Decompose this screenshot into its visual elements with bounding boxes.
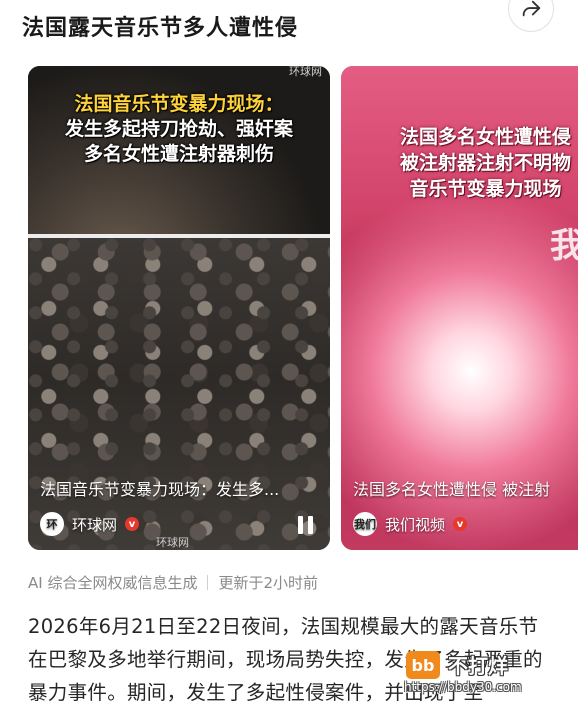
verified-badge-icon: v xyxy=(453,517,468,531)
video-1-overlay-line-3: 多名女性遭注射器刺伤 xyxy=(83,143,274,165)
meta-divider xyxy=(207,575,209,590)
video-2-overlay-text: 法国多名女性遭性侵 被注射器注射不明物 音乐节变暴力现场 xyxy=(341,124,578,202)
site-watermark: bb 不打烊 https://bbdy30.com xyxy=(404,648,564,696)
video-1-source-name: 环球网 xyxy=(72,515,118,534)
video-1-overlay-line-1: 法国音乐节变暴力现场： xyxy=(74,93,284,115)
video-1-overlay-text: 法国音乐节变暴力现场： 发生多起持刀抢劫、强奸案 多名女性遭注射器刺伤 xyxy=(28,92,330,167)
video-2-source-name: 我们视频 xyxy=(385,515,446,534)
video-2-caption[interactable]: 法国多名女性遭性侵 被注射 xyxy=(353,476,566,500)
site-watermark-url: https://bbdy30.com xyxy=(404,680,522,694)
share-arrow-icon xyxy=(522,0,541,17)
video-2-large-char: 我 xyxy=(550,226,578,266)
page-title: 法国露天音乐节多人遭性侵 xyxy=(22,16,299,41)
video-1-source[interactable]: 环 环球网 v xyxy=(40,512,140,536)
video-2-overlay-line-3: 音乐节变暴力现场 xyxy=(409,178,562,200)
video-1-crowd-frame xyxy=(28,238,330,550)
video-1-overlay-line-2: 发生多起持刀抢劫、强奸案 xyxy=(64,118,293,140)
video-card-2[interactable]: 法国多名女性遭性侵 被注射器注射不明物 音乐节变暴力现场 我 法国多名女性遭性侵… xyxy=(341,66,578,550)
verified-badge-icon: v xyxy=(125,517,140,531)
site-watermark-name: 不打烊 xyxy=(448,654,508,678)
video-card-1[interactable]: 环球网 法国音乐节变暴力现场： 发生多起持刀抢劫、强奸案 多名女性遭注射器刺伤 … xyxy=(28,66,330,550)
video-1-caption[interactable]: 法国音乐节变暴力现场：发生多... xyxy=(40,476,318,500)
share-button[interactable] xyxy=(508,0,554,32)
pause-icon[interactable] xyxy=(294,514,316,536)
ai-meta-row: AI 综合全网权威信息生成 更新于2小时前 xyxy=(28,572,318,593)
video-1-top-watermark: 环球网 xyxy=(289,66,322,78)
site-logo-icon: bb xyxy=(406,651,440,679)
video-2-overlay-line-2: 被注射器注射不明物 xyxy=(399,152,571,174)
video-1-bottom-watermark: 环球网 xyxy=(156,536,189,549)
ai-generated-label: AI 综合全网权威信息生成 xyxy=(28,574,198,592)
video-2-source[interactable]: 我们 我们视频 v xyxy=(353,512,468,536)
video-2-overlay-line-1: 法国多名女性遭性侵 xyxy=(399,126,571,148)
video-2-source-avatar: 我们 xyxy=(353,512,377,536)
updated-time: 更新于2小时前 xyxy=(218,574,319,592)
video-1-source-avatar: 环 xyxy=(40,512,64,536)
